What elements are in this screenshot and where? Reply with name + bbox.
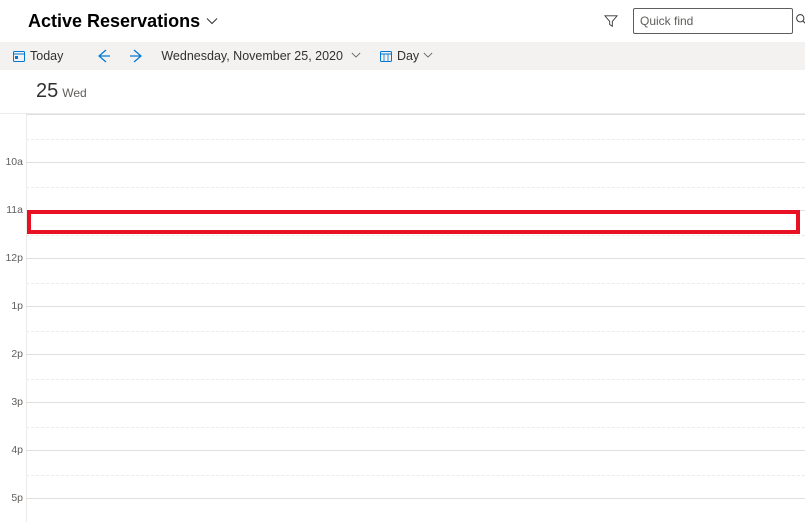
- hour-cell[interactable]: [26, 402, 805, 450]
- hour-row[interactable]: [0, 114, 805, 162]
- hour-cell[interactable]: [26, 498, 805, 522]
- today-button[interactable]: Today: [8, 47, 67, 65]
- header-left: Active Reservations: [28, 11, 218, 32]
- hour-cell[interactable]: [26, 114, 805, 162]
- filter-icon[interactable]: [603, 13, 619, 29]
- search-input[interactable]: [640, 14, 795, 28]
- view-selector-chevron-icon[interactable]: [206, 15, 218, 27]
- search-box[interactable]: [633, 8, 793, 34]
- hour-label: 12p: [0, 252, 26, 300]
- hour-label: 11a: [0, 204, 26, 252]
- next-date-button[interactable]: [125, 48, 147, 64]
- hour-label: 3p: [0, 396, 26, 444]
- hour-row[interactable]: 2p: [0, 354, 805, 402]
- hour-cell[interactable]: [26, 354, 805, 402]
- prev-date-button[interactable]: [93, 48, 115, 64]
- hour-cell[interactable]: [26, 450, 805, 498]
- hour-row[interactable]: 12p: [0, 258, 805, 306]
- chevron-down-icon: [423, 49, 433, 63]
- calendar-grid-icon: [379, 49, 393, 63]
- search-icon[interactable]: [795, 13, 805, 29]
- today-label: Today: [30, 49, 63, 63]
- day-header[interactable]: 25 Wed: [0, 70, 805, 114]
- day-abbr: Wed: [62, 86, 86, 100]
- calendar-toolbar: Today Wednesday, November 25, 2020 Day: [0, 42, 805, 70]
- calendar-container: 25 Wed 10a11a12p1p2p3p4p5p: [0, 70, 805, 522]
- page-header: Active Reservations: [0, 0, 805, 42]
- view-label: Day: [397, 49, 419, 63]
- hour-label: 1p: [0, 300, 26, 348]
- calendar-grid[interactable]: 10a11a12p1p2p3p4p5p: [0, 114, 805, 522]
- hour-label: 4p: [0, 444, 26, 492]
- hour-row[interactable]: 5p: [0, 498, 805, 522]
- hour-label: 10a: [0, 156, 26, 204]
- hour-label: 5p: [0, 492, 26, 522]
- header-right: [603, 8, 793, 34]
- current-date-label: Wednesday, November 25, 2020: [161, 49, 343, 63]
- hour-cell[interactable]: [26, 162, 805, 210]
- calendar-icon: [12, 49, 26, 63]
- hour-row[interactable]: 1p: [0, 306, 805, 354]
- hour-cell[interactable]: [26, 210, 805, 258]
- date-picker[interactable]: Wednesday, November 25, 2020: [157, 47, 365, 65]
- page-title: Active Reservations: [28, 11, 200, 32]
- hour-row[interactable]: 4p: [0, 450, 805, 498]
- hour-label: 2p: [0, 348, 26, 396]
- hour-row[interactable]: 10a: [0, 162, 805, 210]
- hour-cell[interactable]: [26, 258, 805, 306]
- day-number: 25: [36, 80, 58, 103]
- hour-row[interactable]: 3p: [0, 402, 805, 450]
- hour-row[interactable]: 11a: [0, 210, 805, 258]
- hour-label: [0, 114, 26, 156]
- chevron-down-icon: [351, 49, 361, 63]
- hour-cell[interactable]: [26, 306, 805, 354]
- view-switcher[interactable]: Day: [375, 47, 437, 65]
